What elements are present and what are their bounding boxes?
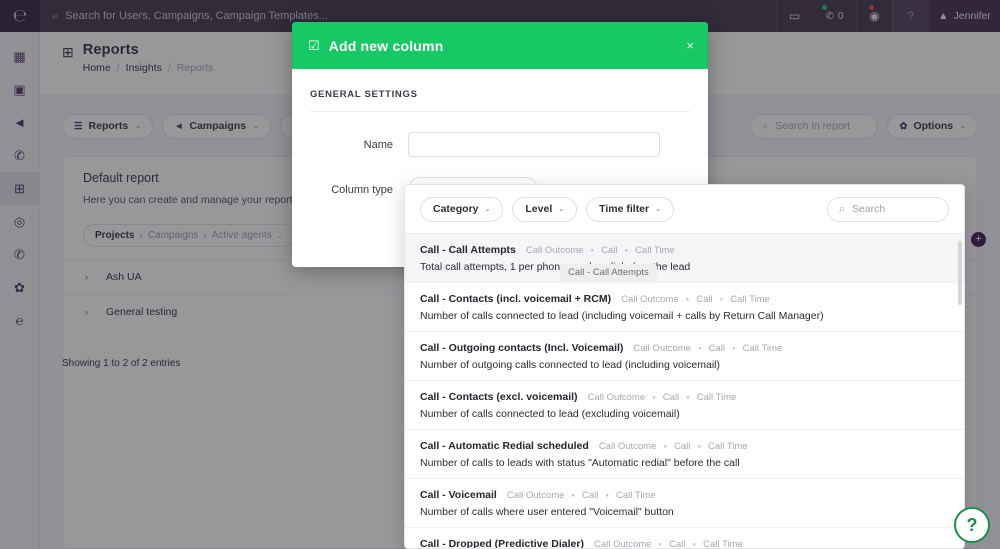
- tag-sep-icon: ●: [693, 542, 697, 548]
- tag-sep-icon: ●: [686, 297, 690, 303]
- tag: Call Outcome: [621, 294, 679, 305]
- tooltip: Call - Call Attempts: [560, 264, 657, 281]
- item-description: Number of outgoing calls connected to le…: [420, 359, 949, 371]
- panel-search-input[interactable]: ⌕ Search: [827, 197, 949, 222]
- tag: Call Outcome: [633, 343, 691, 354]
- list-item[interactable]: Call - Voicemail Call Outcome ● Call ● C…: [405, 479, 964, 528]
- item-tags: Call Outcome ● Call ● Call Time: [599, 441, 748, 452]
- name-field-row: Name: [310, 132, 690, 157]
- item-name: Call - Outgoing contacts (Incl. Voicemai…: [420, 342, 623, 354]
- item-tags: Call Outcome ● Call ● Call Time: [633, 343, 782, 354]
- item-tags: Call Outcome ● Call ● Call Time: [594, 539, 743, 549]
- list-item[interactable]: Call - Contacts (excl. voicemail) Call O…: [405, 381, 964, 430]
- tag-sep-icon: ●: [686, 395, 690, 401]
- item-description: Number of calls connected to lead (inclu…: [420, 310, 949, 322]
- tag: Call: [601, 245, 617, 256]
- tag: Call: [582, 490, 598, 501]
- tag-sep-icon: ●: [605, 493, 609, 499]
- tag: Call Time: [730, 294, 770, 305]
- panel-filter-bar: Category ⌄ Level ⌄ Time filter ⌄ ⌕ Searc…: [405, 185, 964, 234]
- tag: Call Time: [697, 392, 737, 403]
- chevron-down-icon: ⌄: [558, 205, 564, 213]
- item-tags: Call Outcome ● Call ● Call Time: [526, 245, 675, 256]
- tag-sep-icon: ●: [732, 346, 736, 352]
- tag: Call: [709, 343, 725, 354]
- chevron-down-icon: ⌄: [485, 205, 491, 213]
- item-name: Call - Contacts (excl. voicemail): [420, 391, 578, 403]
- modal-title: Add new column: [329, 38, 687, 54]
- category-filter-button[interactable]: Category ⌄: [420, 197, 503, 222]
- category-filter-label: Category: [433, 203, 479, 215]
- tag-sep-icon: ●: [571, 493, 575, 499]
- item-description: Number of calls connected to lead (exclu…: [420, 408, 949, 420]
- column-type-list: Call - Call Attempts Call Outcome ● Call…: [405, 234, 964, 548]
- tag-sep-icon: ●: [663, 444, 667, 450]
- tag: Call: [696, 294, 712, 305]
- item-tags: Call Outcome ● Call ● Call Time: [621, 294, 770, 305]
- tag-sep-icon: ●: [624, 248, 628, 254]
- item-name: Call - Call Attempts: [420, 244, 516, 256]
- tag: Call Outcome: [507, 490, 565, 501]
- item-tags: Call Outcome ● Call ● Call Time: [588, 392, 737, 403]
- item-name: Call - Automatic Redial scheduled: [420, 440, 589, 452]
- tag: Call Time: [708, 441, 748, 452]
- list-item[interactable]: Call - Automatic Redial scheduled Call O…: [405, 430, 964, 479]
- level-filter-button[interactable]: Level ⌄: [512, 197, 577, 222]
- tag: Call: [663, 392, 679, 403]
- tag: Call Time: [703, 539, 743, 549]
- app-root: ℮ ⌕ Search for Users, Campaigns, Campaig…: [0, 0, 1000, 549]
- tag-sep-icon: ●: [590, 248, 594, 254]
- tag-sep-icon: ●: [698, 346, 702, 352]
- chevron-down-icon: ⌄: [655, 205, 661, 213]
- list-item[interactable]: Call - Contacts (incl. voicemail + RCM) …: [405, 283, 964, 332]
- help-bubble-button[interactable]: ?: [954, 507, 990, 543]
- item-description: Number of calls to leads with status "Au…: [420, 457, 949, 469]
- list-item[interactable]: Call - Outgoing contacts (Incl. Voicemai…: [405, 332, 964, 381]
- name-input[interactable]: [408, 132, 660, 157]
- modal-header: ☑ Add new column ×: [292, 22, 708, 69]
- column-type-dropdown-panel: Category ⌄ Level ⌄ Time filter ⌄ ⌕ Searc…: [404, 184, 965, 549]
- list-item[interactable]: Call - Dropped (Predictive Dialer) Call …: [405, 528, 964, 549]
- tag: Call Time: [635, 245, 675, 256]
- close-icon[interactable]: ×: [686, 38, 694, 53]
- tag: Call Time: [743, 343, 783, 354]
- tag-sep-icon: ●: [652, 395, 656, 401]
- item-name: Call - Dropped (Predictive Dialer): [420, 538, 584, 549]
- item-description: Number of calls where user entered "Voic…: [420, 506, 949, 518]
- tag: Call Outcome: [588, 392, 646, 403]
- tag-sep-icon: ●: [659, 542, 663, 548]
- tag: Call Time: [616, 490, 656, 501]
- tag: Call: [669, 539, 685, 549]
- tag: Call Outcome: [594, 539, 652, 549]
- tag-sep-icon: ●: [720, 297, 724, 303]
- panel-search-placeholder: Search: [852, 203, 885, 215]
- item-tags: Call Outcome ● Call ● Call Time: [507, 490, 656, 501]
- item-description: Total call attempts, 1 per phone number …: [420, 261, 949, 273]
- tag-sep-icon: ●: [697, 444, 701, 450]
- tag: Call: [674, 441, 690, 452]
- column-type-label: Column type: [310, 184, 408, 196]
- tag: Call Outcome: [599, 441, 657, 452]
- item-name: Call - Contacts (incl. voicemail + RCM): [420, 293, 611, 305]
- modal-body: GENERAL SETTINGS Name Column type Select…: [292, 69, 708, 202]
- time-filter-label: Time filter: [599, 203, 649, 215]
- name-label: Name: [310, 139, 408, 151]
- edit-icon: ☑: [308, 38, 320, 54]
- level-filter-label: Level: [525, 203, 552, 215]
- search-icon: ⌕: [839, 203, 845, 216]
- time-filter-button[interactable]: Time filter ⌄: [586, 197, 674, 222]
- list-item[interactable]: Call - Call Attempts Call Outcome ● Call…: [405, 234, 964, 283]
- tag: Call Outcome: [526, 245, 584, 256]
- item-name: Call - Voicemail: [420, 489, 497, 501]
- general-settings-label: GENERAL SETTINGS: [310, 89, 690, 112]
- panel-scrollbar-thumb[interactable]: [958, 241, 962, 305]
